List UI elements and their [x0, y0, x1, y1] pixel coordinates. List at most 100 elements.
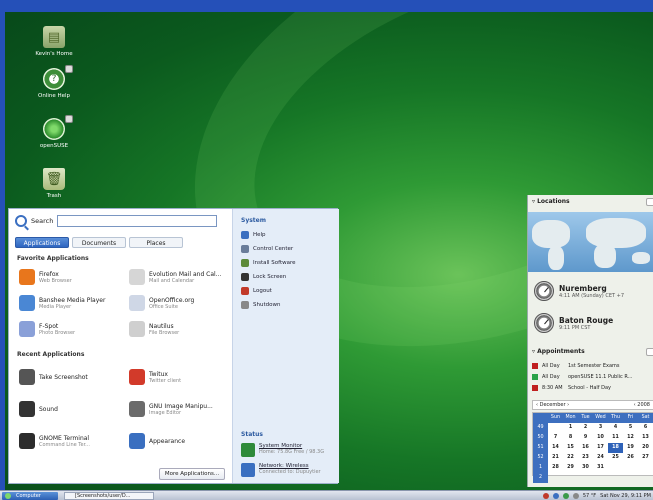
calendar-day[interactable]: 12 — [623, 433, 638, 443]
calendar-day[interactable]: 27 — [638, 453, 653, 463]
calendar-day[interactable]: 1 — [563, 423, 578, 433]
system-item-help[interactable]: Help — [241, 231, 266, 239]
calendar-day[interactable]: 21 — [548, 453, 563, 463]
app-name: Appearance — [149, 437, 186, 445]
desktop-icon-help[interactable]: ? Online Help — [19, 65, 89, 99]
fspot-icon — [19, 321, 35, 337]
update-icon[interactable] — [542, 493, 549, 499]
calendar-day[interactable]: 24 — [593, 453, 608, 463]
calendar-day[interactable]: 3 — [593, 423, 608, 433]
computer-menu-button[interactable]: Computer — [2, 492, 58, 500]
year-selector[interactable]: ‹ 2008 — [634, 402, 650, 408]
appointments-header[interactable]: ▿ Appointments — [528, 345, 653, 359]
calendar-day[interactable]: 16 — [578, 443, 593, 453]
search-row: Search — [15, 215, 218, 227]
search-label: Search — [31, 217, 54, 225]
calendar-day — [608, 473, 623, 483]
calendar-day[interactable]: 7 — [548, 433, 563, 443]
calendar-day-header: Thu — [608, 413, 623, 423]
calendar-day[interactable]: 25 — [608, 453, 623, 463]
calendar-day[interactable]: 29 — [563, 463, 578, 473]
calendar-day-header: Fri — [623, 413, 638, 423]
calendar-day[interactable]: 15 — [563, 443, 578, 453]
calendar-day[interactable]: 9 — [578, 433, 593, 443]
system-item-shutdown[interactable]: Shutdown — [241, 301, 280, 309]
favorite-app-item[interactable]: Evolution Mail and Cal... Mail and Calend… — [129, 269, 239, 285]
app-description: Command Line Ter... — [39, 441, 90, 448]
calendar-day[interactable]: 26 — [623, 453, 638, 463]
calendar-week-number: 50 — [533, 433, 548, 443]
calendar-day[interactable]: 19 — [623, 443, 638, 453]
system-item-label: Lock Screen — [253, 274, 287, 280]
recent-app-item[interactable]: Appearance — [129, 433, 239, 449]
calendar-day[interactable]: 4 — [608, 423, 623, 433]
status-item[interactable]: Network: Wireless Connected to: Dupuytier — [241, 463, 321, 477]
tab-documents[interactable]: Documents — [72, 237, 126, 248]
calendar-day[interactable]: 8 — [563, 433, 578, 443]
favorite-app-item[interactable]: F-Spot Photo Browser — [19, 321, 129, 337]
recent-app-item[interactable]: GNU Image Manipu... Image Editor — [129, 401, 239, 417]
calendar-day[interactable]: 23 — [578, 453, 593, 463]
recent-app-item[interactable]: Sound — [19, 401, 129, 417]
system-item-install-software[interactable]: Install Software — [241, 259, 296, 267]
system-monitor-icon — [241, 443, 255, 457]
calendar-day[interactable]: 2 — [578, 423, 593, 433]
status-item[interactable]: System Monitor Home: 75.8G Free / 98.3G — [241, 443, 324, 457]
edit-appointments-button[interactable] — [646, 348, 653, 356]
calendar-day[interactable]: 14 — [548, 443, 563, 453]
status-description: Connected to: Dupuytier — [259, 469, 321, 475]
network-tray-icon[interactable] — [552, 493, 559, 499]
favorite-app-item[interactable]: OpenOffice.org Office Suite — [129, 295, 239, 311]
calendar-color-icon — [532, 363, 538, 369]
calendar-day[interactable]: 10 — [593, 433, 608, 443]
desktop-icon-home[interactable]: ▤ Kevin's Home — [19, 26, 89, 57]
locations-header[interactable]: ▿ Locations — [528, 195, 653, 209]
calendar-day[interactable]: 30 — [578, 463, 593, 473]
appointment-item[interactable]: All Day 1st Semester Exams — [532, 363, 619, 369]
desktop-icon-opensuse[interactable]: openSUSE — [19, 115, 89, 149]
calendar-day[interactable]: 31 — [593, 463, 608, 473]
recent-app-item[interactable]: Take Screenshot — [19, 369, 129, 385]
calendar-color-icon — [532, 385, 538, 391]
app-name: Evolution Mail and Cal... — [149, 270, 222, 278]
recent-app-item[interactable]: Twitux Twitter client — [129, 369, 239, 385]
calendar-day[interactable]: 18 — [607, 442, 624, 454]
system-tray: 57 °F Sat Nov 29, 9:11 PM — [448, 492, 653, 500]
calendar-day[interactable]: 11 — [608, 433, 623, 443]
desktop-icon-trash[interactable]: 🗑 Trash — [19, 168, 89, 199]
calendar-day[interactable]: 28 — [548, 463, 563, 473]
calendar-day[interactable]: 22 — [563, 453, 578, 463]
favorite-app-item[interactable]: Firefox Web Browser — [19, 269, 129, 285]
system-item-lock-screen[interactable]: Lock Screen — [241, 273, 286, 281]
more-applications-button[interactable]: More Applications... — [159, 468, 225, 480]
calendar-day[interactable]: 17 — [593, 443, 608, 453]
taskbar-clock[interactable]: Sat Nov 29, 9:11 PM — [600, 493, 651, 499]
weather-temperature[interactable]: 57 °F — [583, 493, 596, 499]
system-item-logout[interactable]: Logout — [241, 287, 272, 295]
favorite-app-item[interactable]: Banshee Media Player Media Player — [19, 295, 129, 311]
month-selector[interactable]: ‹ December › — [536, 402, 569, 408]
battery-icon[interactable] — [562, 493, 569, 499]
calendar-day[interactable]: 6 — [638, 423, 653, 433]
taskbar: Computer [Screenshots/user/D... 57 °F Sa… — [0, 490, 653, 500]
recent-app-item[interactable]: GNOME Terminal Command Line Ter... — [19, 433, 129, 449]
calendar-day[interactable]: 5 — [623, 423, 638, 433]
system-item-control-center[interactable]: Control Center — [241, 245, 293, 253]
search-input[interactable] — [57, 215, 218, 227]
help-icon: ? — [43, 68, 65, 90]
search-icon — [15, 215, 27, 227]
calendar-day[interactable]: 20 — [638, 443, 653, 453]
calendar-day[interactable]: 13 — [638, 433, 653, 443]
appointment-item[interactable]: All Day openSUSE 11.1 Public R... — [532, 374, 632, 380]
volume-icon[interactable] — [572, 493, 579, 499]
calendar-day-header: Mon — [563, 413, 578, 423]
tab-places[interactable]: Places — [129, 237, 183, 248]
edit-locations-button[interactable] — [646, 198, 653, 206]
favorite-app-item[interactable]: Nautilus File Browser — [129, 321, 239, 337]
tab-applications[interactable]: Applications — [15, 237, 69, 248]
calendar-header: ‹ December › ‹ 2008 — [532, 400, 653, 410]
appointment-item[interactable]: 8:30 AM School - Half Day — [532, 385, 611, 391]
location-baton-rouge[interactable]: Baton Rouge 9:11 PM CST — [534, 313, 613, 333]
taskbar-window-button[interactable]: [Screenshots/user/D... — [64, 492, 154, 500]
location-nuremberg[interactable]: Nuremberg 4:11 AM (Sunday) CET +7 — [534, 281, 624, 301]
